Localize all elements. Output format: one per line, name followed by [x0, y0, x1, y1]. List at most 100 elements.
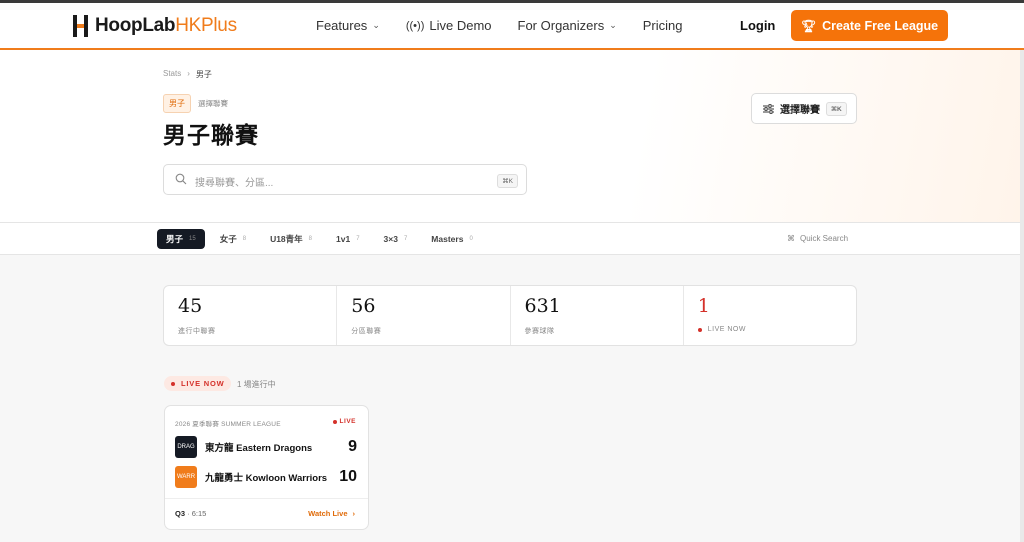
tab-label: 女子	[219, 234, 237, 244]
game-time: 6:15	[191, 509, 207, 518]
tab-count: 15	[189, 236, 196, 242]
team-logo: DRAG	[175, 436, 197, 458]
game-league-name: 2026 夏季聯賽 SUMMER LEAGUE	[175, 421, 281, 428]
sliders-icon	[763, 103, 774, 114]
stat-label: 分區聯賽	[351, 328, 382, 335]
tab-label: 男子	[166, 234, 184, 244]
team-score: 9	[348, 438, 357, 455]
tab-label: U18青年	[270, 234, 303, 244]
select-league-button[interactable]: 選擇聯賽 ⌘K	[751, 93, 857, 124]
card-divider	[165, 498, 368, 499]
stat-label: 進行中聯賽	[178, 328, 216, 335]
tab-label: 3×3	[383, 234, 398, 244]
watch-live-link[interactable]: Watch Live ›	[308, 509, 355, 518]
live-tag-label: LIVE	[339, 418, 356, 425]
search-shortcut-kbd: ⌘K	[497, 174, 518, 188]
select-league-label: 選擇聯賽	[780, 105, 820, 116]
team-logo: WARR	[175, 466, 197, 488]
live-now-badge: LIVE NOW	[164, 376, 232, 391]
nav-pricing[interactable]: Pricing	[643, 18, 683, 33]
breadcrumb: Stats › 男子	[163, 69, 212, 80]
tab-count: 8	[308, 236, 312, 242]
category-tag: 男子	[163, 94, 191, 113]
tab-label: 1v1	[336, 234, 351, 244]
team-score: 10	[339, 468, 357, 485]
stat-label: 參賽球隊	[524, 328, 555, 335]
quick-search-button[interactable]: ⌘ Quick Search	[787, 234, 848, 243]
chevron-down-icon: ⌄	[372, 20, 380, 30]
watch-live-label: Watch Live	[308, 509, 348, 518]
stats-panel: 45 進行中聯賽 56 分區聯賽 631 參賽球隊 1 LIVE NOW	[163, 285, 857, 346]
stat-value: 631	[524, 295, 561, 317]
stat-teams: 631 參賽球隊	[511, 286, 684, 345]
live-dot-icon	[332, 419, 337, 424]
login-link[interactable]: Login	[740, 18, 775, 33]
nav-live-demo-label: Live Demo	[429, 18, 492, 33]
logo[interactable]: HoopLabHKPlus	[72, 12, 237, 40]
live-dot-icon	[171, 381, 175, 386]
tab-list: 男子 15 女子 8 U18青年 8 1v1 7 3×3 7 Masters 0	[157, 229, 488, 249]
live-badge-label: LIVE NOW	[181, 379, 225, 388]
hero-section: Stats › 男子 男子 選擇聯賽 男子聯賽 搜尋聯賽、分區... ⌘K 選擇…	[0, 50, 1024, 223]
radio-signal-icon: ((•))	[405, 19, 425, 32]
stat-divisions: 56 分區聯賽	[337, 286, 511, 345]
category-tabs: 男子 15 女子 8 U18青年 8 1v1 7 3×3 7 Masters 0…	[0, 223, 1020, 255]
tab-count: 7	[356, 236, 360, 242]
game-period: Q3	[175, 509, 186, 518]
stat-label-live: LIVE NOW	[697, 326, 746, 333]
stat-live-now: 1 LIVE NOW	[684, 286, 856, 345]
breadcrumb-current: 男子	[195, 70, 212, 79]
quick-search-label: Quick Search	[800, 234, 849, 243]
away-team-row: WARR 九龍勇士 Kowloon Warriors 10	[175, 466, 360, 488]
stat-value: 56	[351, 295, 376, 317]
live-dot-icon	[697, 327, 702, 332]
nav-links: Features ⌄ ((•)) Live Demo For Organizer…	[316, 18, 709, 33]
chevron-right-icon: ›	[352, 509, 356, 518]
tab-mens[interactable]: 男子 15	[157, 229, 205, 249]
breadcrumb-separator: ›	[187, 69, 190, 78]
command-key-icon: ⌘	[787, 234, 795, 243]
category-subtitle: 選擇聯賽	[198, 99, 228, 108]
top-navbar: HoopLabHKPlus Features ⌄ ((•)) Live Demo…	[0, 3, 1024, 50]
tab-count: 8	[242, 236, 247, 242]
tab-u18[interactable]: U18青年 8	[261, 229, 321, 249]
tab-count: 0	[469, 236, 473, 242]
logo-text: HoopLabHKPlus	[95, 15, 237, 36]
breadcrumb-root[interactable]: Stats	[163, 69, 181, 80]
search-placeholder: 搜尋聯賽、分區...	[195, 178, 274, 189]
game-clock: Q3 · 6:15	[175, 509, 207, 518]
league-search-input[interactable]: 搜尋聯賽、分區... ⌘K	[163, 164, 527, 195]
stat-label: LIVE NOW	[707, 326, 746, 333]
page-title: 男子聯賽	[163, 122, 259, 148]
chevron-down-icon: ⌄	[609, 20, 617, 30]
nav-live-demo[interactable]: ((•)) Live Demo	[406, 18, 492, 33]
stat-value: 1	[697, 295, 710, 317]
nav-features-label: Features	[316, 18, 368, 33]
team-name: 東方龍 Eastern Dragons	[205, 443, 313, 454]
tab-masters[interactable]: Masters 0	[422, 229, 481, 249]
stat-active-leagues: 45 進行中聯賽	[164, 286, 338, 345]
select-league-shortcut-kbd: ⌘K	[826, 101, 847, 116]
live-game-count: 1 場進行中	[237, 380, 276, 389]
search-icon	[175, 173, 187, 185]
trophy-icon: 🏆︎	[800, 18, 817, 33]
create-league-label: Create Free League	[822, 18, 939, 33]
tab-count: 7	[403, 236, 408, 242]
tab-label: Masters	[431, 234, 464, 244]
nav-for-organizers[interactable]: For Organizers ⌄	[518, 18, 617, 33]
live-game-card[interactable]: 2026 夏季聯賽 SUMMER LEAGUE LIVE DRAG 東方龍 Ea…	[164, 405, 369, 530]
nav-features[interactable]: Features ⌄	[316, 18, 380, 33]
nav-organizers-label: For Organizers	[517, 18, 605, 33]
hooplab-logo-icon	[73, 15, 88, 37]
category-tag-row: 男子 選擇聯賽	[163, 94, 228, 113]
scrollbar[interactable]	[1020, 50, 1024, 542]
nav-pricing-label: Pricing	[642, 18, 683, 33]
tab-womens[interactable]: 女子 8	[211, 229, 255, 249]
team-name: 九龍勇士 Kowloon Warriors	[205, 473, 328, 484]
tab-3x3[interactable]: 3×3 7	[375, 229, 417, 249]
home-team-row: DRAG 東方龍 Eastern Dragons 9	[175, 436, 360, 458]
stat-value: 45	[178, 295, 203, 317]
create-league-button[interactable]: 🏆︎ Create Free League	[791, 10, 948, 41]
game-live-tag: LIVE	[332, 418, 356, 425]
tab-1v1[interactable]: 1v1 7	[327, 229, 369, 249]
